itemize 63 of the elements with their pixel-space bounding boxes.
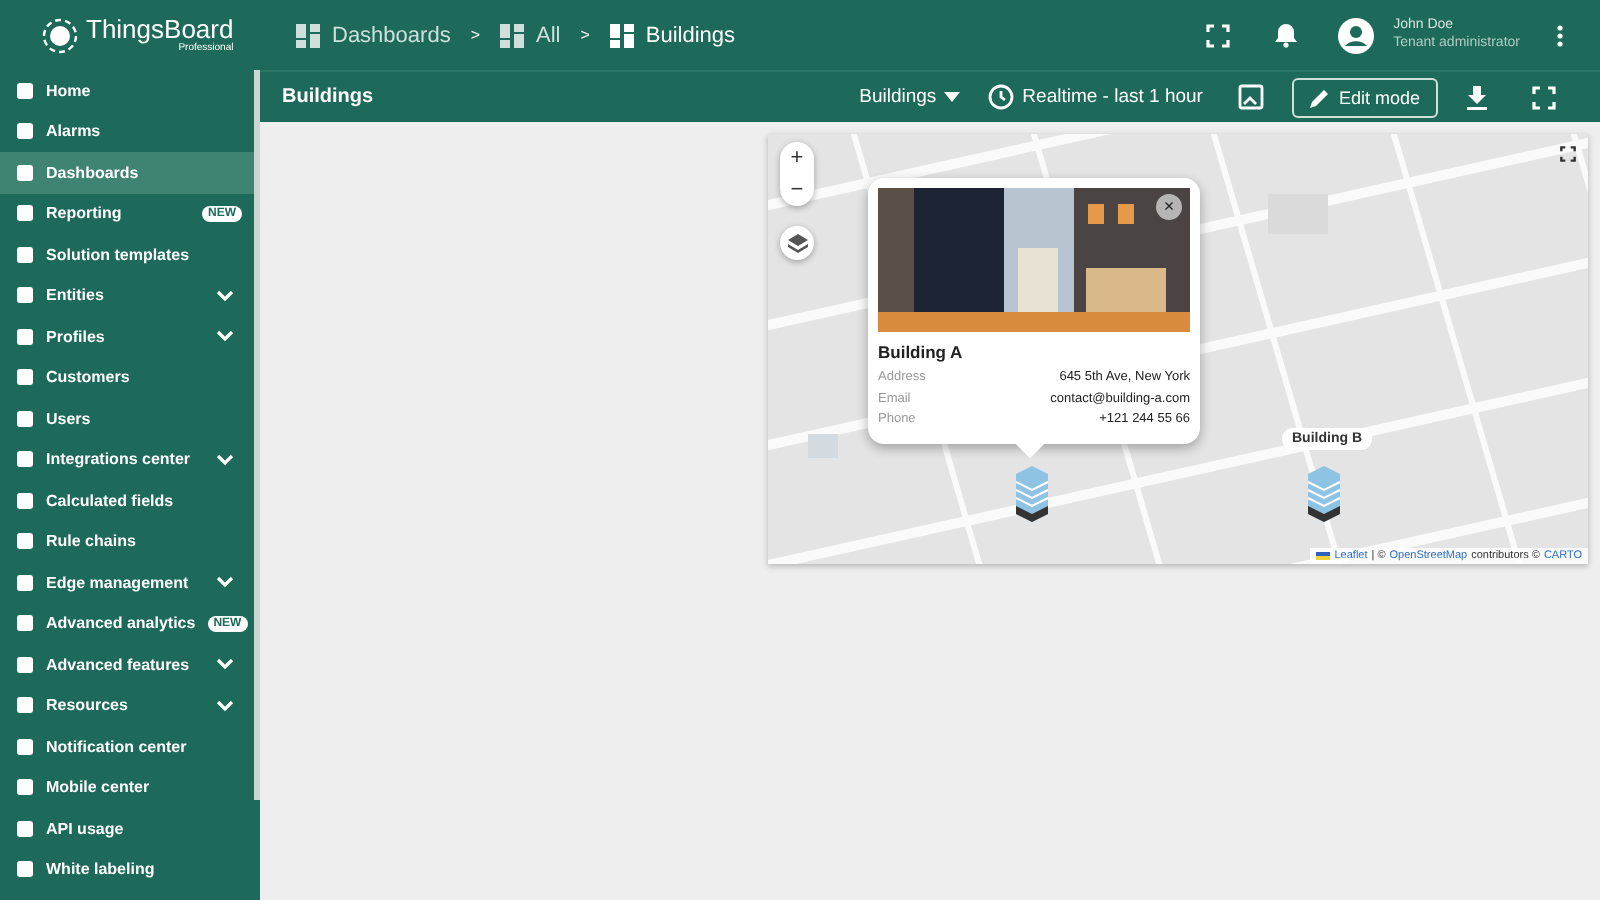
pencil-icon [1310, 87, 1331, 107]
sidebar-item[interactable]: Rule chains [0, 521, 254, 562]
edit-mode-button[interactable]: Edit mode [1292, 77, 1438, 117]
menu-icon [16, 696, 34, 715]
sidebar-item[interactable]: Users [0, 398, 254, 439]
sidebar-item[interactable]: Resources [0, 685, 254, 726]
menu-icon [16, 163, 34, 182]
bell-icon [1273, 22, 1298, 48]
sidebar-item[interactable]: Mobile center [0, 767, 254, 808]
download-icon [1466, 85, 1488, 109]
sidebar-item[interactable]: Dashboards [0, 152, 254, 193]
logo-icon [40, 15, 80, 55]
sidebar-item[interactable]: Home [0, 70, 254, 111]
menu-icon [16, 614, 34, 633]
clock-icon [988, 84, 1015, 110]
sidebar-item[interactable]: Calculated fields [0, 480, 254, 521]
breadcrumb-separator: > [470, 26, 480, 44]
menu-icon [16, 409, 34, 428]
menu-icon [16, 860, 34, 879]
menu-icon [16, 122, 34, 141]
avatar-icon[interactable] [1337, 17, 1374, 53]
breadcrumb-link[interactable]: Buildings [609, 23, 736, 47]
caret-icon [944, 92, 961, 102]
menu-icon [16, 819, 34, 838]
sidebar-item[interactable]: Entities [0, 275, 254, 316]
menu-icon [16, 368, 34, 387]
breadcrumb-link[interactable]: All [500, 23, 561, 47]
menu-icon [16, 286, 34, 305]
menu-icon [16, 573, 34, 592]
sidebar-item[interactable]: Edge management [0, 562, 254, 603]
menu-icon [16, 245, 34, 264]
breadcrumb-separator: > [580, 26, 590, 44]
fullscreen-icon [1205, 23, 1230, 47]
scrollbar[interactable] [254, 70, 260, 800]
sidebar-item[interactable]: Customers [0, 357, 254, 398]
sidebar-item[interactable]: Integrations center [0, 439, 254, 480]
menu-icon [16, 778, 34, 797]
menu-icon [16, 450, 34, 469]
dashboard-icon [609, 23, 634, 47]
dashboard-title: Buildings [282, 86, 374, 108]
timewindow-button[interactable]: Realtime - last 1 hour [980, 84, 1211, 110]
menu-icon [16, 655, 34, 674]
state-selector[interactable]: Buildings [851, 86, 969, 108]
fullscreen-icon [1532, 85, 1556, 109]
menu-icon [16, 737, 34, 756]
more-icon [1556, 23, 1564, 47]
menu-icon [16, 327, 34, 346]
sidebar-item[interactable]: Profiles [0, 316, 254, 357]
sidebar-item[interactable]: White labeling [0, 849, 254, 890]
sidebar-item[interactable]: API usage [0, 808, 254, 849]
menu-icon [16, 491, 34, 510]
sidebar-item[interactable]: Notification center [0, 726, 254, 767]
breadcrumb-link[interactable]: Dashboards [296, 23, 451, 47]
dashboard-icon [500, 23, 524, 47]
logo-name: ThingsBoard [86, 16, 234, 42]
dashboard-icon [296, 23, 320, 47]
image-icon [1238, 84, 1265, 110]
sidebar-item[interactable]: Solution templates [0, 234, 254, 275]
menu-icon [16, 532, 34, 551]
sidebar-item[interactable]: Alarms [0, 111, 254, 152]
menu-icon [16, 81, 34, 100]
sidebar-item[interactable]: Advanced features [0, 644, 254, 685]
menu-icon [16, 204, 34, 223]
